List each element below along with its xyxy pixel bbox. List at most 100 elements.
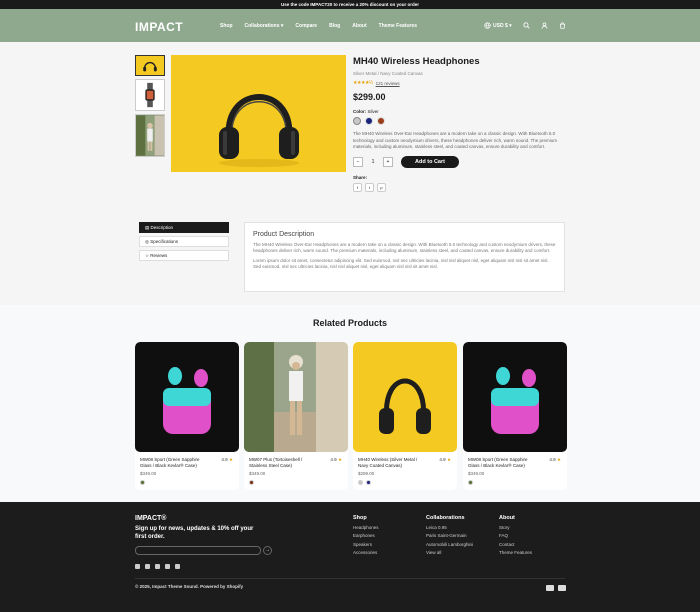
nav-compare[interactable]: Compare bbox=[295, 23, 317, 29]
swatch-green[interactable] bbox=[140, 480, 145, 485]
product-price: $299.00 bbox=[353, 92, 386, 102]
footer-col-shop: Shop Headphones Earphones Speakers Acces… bbox=[353, 515, 379, 559]
add-to-cart-button[interactable]: Add to Cart bbox=[401, 155, 459, 168]
tab-description[interactable]: ▤ Description bbox=[139, 222, 229, 233]
card-title: MW07 Plus (Tortoiseshell / Stainless Ste… bbox=[249, 457, 303, 468]
footer-link[interactable]: Leica 0.95 bbox=[426, 525, 473, 530]
footer-link[interactable]: View all bbox=[426, 550, 473, 555]
copyright: © 2025, Impact Theme Sound. Powered by S… bbox=[135, 584, 244, 589]
site-footer: IMPACT® Sign up for news, updates & 10% … bbox=[0, 502, 700, 612]
swatch-green[interactable] bbox=[468, 480, 473, 485]
card-title: MW08 Sport (Green Sapphire Glass / Black… bbox=[468, 457, 528, 468]
product-title: MH40 Wireless Headphones bbox=[353, 56, 480, 67]
globe-icon bbox=[484, 22, 491, 29]
main-nav: Shop Collaborations ▾ Compare Blog About… bbox=[220, 23, 417, 29]
swatch-navy[interactable] bbox=[365, 117, 373, 125]
description-paragraph-2: Lorem ipsum dolor sit amet, consectetur … bbox=[253, 258, 549, 269]
tab-specifications[interactable]: ◎ Specifications bbox=[139, 236, 229, 247]
nav-blog[interactable]: Blog bbox=[329, 23, 340, 29]
nav-collaborations[interactable]: Collaborations ▾ bbox=[245, 23, 284, 29]
card-swatches bbox=[244, 476, 348, 485]
share-icons: f t p bbox=[353, 182, 565, 192]
watch-image bbox=[145, 82, 155, 108]
newsletter-email-input[interactable] bbox=[135, 546, 261, 555]
footer-link[interactable]: Earphones bbox=[353, 533, 379, 538]
currency-selector[interactable]: USD $ ▾ bbox=[484, 22, 512, 29]
newsletter-submit-button[interactable]: → bbox=[263, 546, 272, 555]
youtube-icon[interactable] bbox=[165, 564, 170, 569]
tab-reviews-label: Reviews bbox=[150, 253, 168, 258]
swatch-brown[interactable] bbox=[377, 117, 385, 125]
footer-link[interactable]: Automobili Lamborghini bbox=[426, 542, 473, 547]
card-title: MH40 Wireless (Silver Metal / Navy Coate… bbox=[358, 457, 418, 468]
nav-theme-features[interactable]: Theme Features bbox=[379, 23, 417, 29]
footer-link[interactable]: Headphones bbox=[353, 525, 379, 530]
description-paragraph: The MH40 Wireless Over-Ear Headphones ar… bbox=[253, 242, 556, 253]
twitter-icon[interactable]: t bbox=[365, 182, 374, 192]
footer-col-title: About bbox=[499, 515, 515, 521]
logo[interactable]: IMPACT bbox=[135, 20, 183, 34]
buy-row: − 1 + Add to Cart bbox=[353, 155, 565, 168]
footer-link[interactable]: Story bbox=[499, 525, 532, 530]
product-variant-subtitle: Silver Metal / Navy Coated Canvas bbox=[353, 71, 423, 76]
related-title: Related Products bbox=[312, 318, 388, 328]
footer-link[interactable]: Accessories bbox=[353, 550, 379, 555]
swatch-tortoise[interactable] bbox=[249, 480, 254, 485]
account-icon[interactable] bbox=[541, 22, 548, 29]
related-products: Related Products MW08 Sport (Green Sapph… bbox=[0, 305, 700, 502]
product-card[interactable]: MW07 Plus (Tortoiseshell / Stainless Ste… bbox=[244, 342, 348, 490]
footer-link[interactable]: FAQ bbox=[499, 533, 532, 538]
search-icon[interactable] bbox=[523, 22, 530, 29]
card-price: $349.00 bbox=[140, 471, 157, 476]
facebook-icon[interactable] bbox=[135, 564, 140, 569]
earbuds-case-image bbox=[463, 342, 567, 452]
product-info: MH40 Wireless Headphones Silver Metal / … bbox=[353, 56, 565, 192]
footer-link[interactable]: Contact bbox=[499, 542, 532, 547]
thumbnail-lifestyle[interactable] bbox=[135, 114, 165, 157]
footer-link[interactable]: Speakers bbox=[353, 542, 379, 547]
star-icon: ★ bbox=[337, 457, 342, 462]
pinterest-icon[interactable]: p bbox=[377, 182, 386, 192]
product-card[interactable]: MW08 Sport (Green Sapphire Glass / Black… bbox=[463, 342, 567, 490]
qty-plus-button[interactable]: + bbox=[383, 156, 393, 167]
cart-icon[interactable] bbox=[559, 22, 566, 29]
card-rating: 4.9 ★ bbox=[221, 457, 233, 463]
product-main-image[interactable] bbox=[171, 55, 346, 172]
footer-link[interactable]: Paris Saint-Germain bbox=[426, 533, 473, 538]
star-icon: ★ bbox=[446, 457, 451, 462]
nav-about[interactable]: About bbox=[352, 23, 366, 29]
footer-divider bbox=[135, 578, 565, 579]
card-rating-value: 4.9 bbox=[330, 457, 337, 462]
product-card[interactable]: MW08 Sport (Green Sapphire Glass / Black… bbox=[135, 342, 239, 490]
product-card[interactable]: MH40 Wireless (Silver Metal / Navy Coate… bbox=[353, 342, 457, 490]
newsletter-heading: Sign up for news, updates & 10% off your… bbox=[135, 526, 254, 540]
footer-col-title: Shop bbox=[353, 515, 367, 521]
social-icons bbox=[135, 564, 180, 569]
tab-description-label: Description bbox=[150, 225, 174, 230]
swatch-navy[interactable] bbox=[366, 480, 371, 485]
footer-link[interactable]: Theme Features bbox=[499, 550, 532, 555]
swatch-silver[interactable] bbox=[358, 480, 363, 485]
facebook-icon[interactable]: f bbox=[353, 182, 362, 192]
instagram-icon[interactable] bbox=[155, 564, 160, 569]
pinterest-icon[interactable] bbox=[175, 564, 180, 569]
swatch-silver[interactable] bbox=[353, 117, 361, 125]
share-label: Share: bbox=[353, 174, 368, 180]
twitter-icon[interactable] bbox=[145, 564, 150, 569]
product-card-image bbox=[463, 342, 567, 452]
color-label-key: Color: bbox=[353, 109, 367, 114]
reviews-link[interactable]: 121 reviews bbox=[376, 81, 400, 86]
star-icon: ★ bbox=[556, 457, 561, 462]
footer-logo[interactable]: IMPACT® bbox=[135, 515, 166, 522]
qty-input[interactable]: 1 bbox=[366, 159, 380, 165]
qty-minus-button[interactable]: − bbox=[353, 156, 363, 167]
thumbnail-watch[interactable] bbox=[135, 79, 165, 111]
product-card-image bbox=[135, 342, 239, 452]
tab-reviews[interactable]: ☆ Reviews bbox=[139, 250, 229, 261]
footer-col-title: Collaborations bbox=[426, 515, 465, 521]
nav-shop[interactable]: Shop bbox=[220, 23, 233, 29]
headphones-image bbox=[143, 61, 157, 72]
card-price: $299.00 bbox=[358, 471, 375, 476]
thumbnail-headphones[interactable] bbox=[135, 55, 165, 76]
card-rating: 4.9 ★ bbox=[549, 457, 561, 463]
